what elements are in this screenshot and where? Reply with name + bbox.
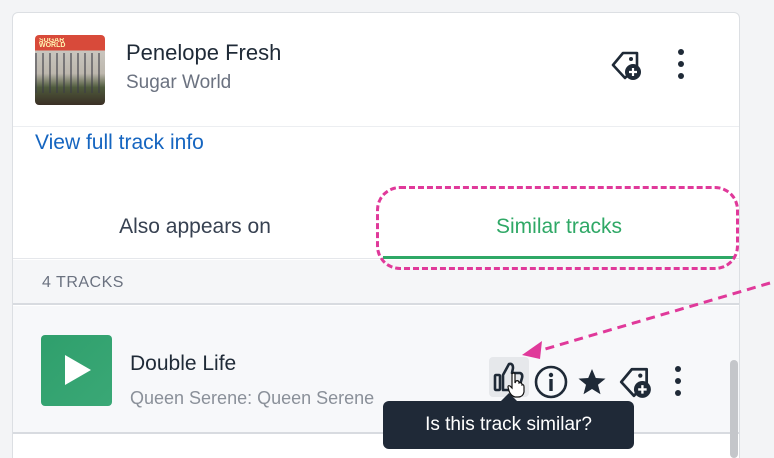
tab-also-appears-on[interactable]: Also appears on	[13, 201, 377, 259]
kebab-menu-icon	[678, 49, 684, 79]
artist-name[interactable]: Sugar World	[126, 72, 231, 94]
tab-similar-tracks[interactable]: Similar tracks	[377, 201, 739, 259]
view-full-track-info-link[interactable]: View full track info	[35, 131, 204, 155]
tooltip: Is this track similar?	[383, 393, 634, 449]
track-count-bar: 4 TRACKS	[13, 260, 739, 305]
more-options-button[interactable]	[673, 46, 689, 82]
info-icon	[534, 365, 568, 399]
cover-title-text: SUGAR WORLD	[39, 38, 66, 48]
play-button[interactable]	[41, 335, 112, 406]
track-title: Double Life	[130, 352, 237, 375]
add-tag-button[interactable]	[617, 364, 653, 400]
tag-plus-icon	[611, 51, 641, 80]
add-tag-button[interactable]	[609, 48, 643, 82]
tab-bar: Also appears on Similar tracks	[13, 201, 739, 259]
track-detail-panel: SUGAR WORLD Penelope Fresh Sugar World V…	[12, 12, 740, 458]
scrollbar[interactable]	[730, 360, 738, 458]
kebab-menu-icon	[675, 366, 681, 396]
hand-cursor-icon	[507, 372, 525, 398]
track-header: SUGAR WORLD Penelope Fresh Sugar World	[13, 13, 739, 127]
track-artist[interactable]: Queen Serene: Queen Serene	[130, 388, 374, 409]
play-icon	[65, 355, 91, 385]
favorite-button[interactable]	[577, 367, 607, 397]
more-options-button[interactable]	[670, 364, 686, 398]
track-info-button[interactable]	[533, 364, 569, 400]
album-cover: SUGAR WORLD	[35, 35, 105, 105]
track-count: 4 TRACKS	[42, 274, 124, 291]
star-icon	[578, 369, 606, 395]
tag-plus-icon	[619, 367, 651, 398]
song-title: Penelope Fresh	[126, 40, 282, 65]
